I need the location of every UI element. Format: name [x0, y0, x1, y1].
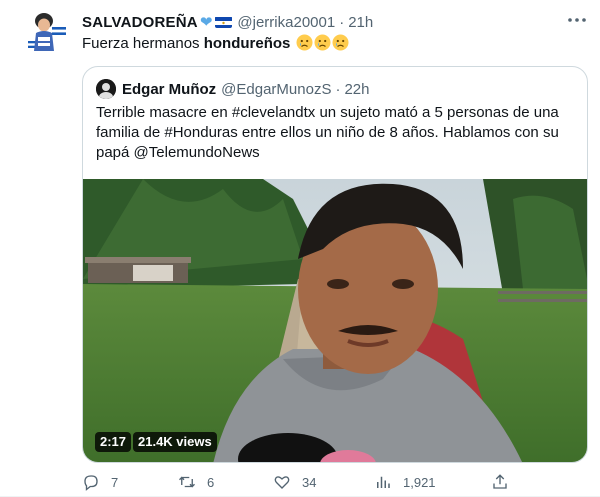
separator-dot: · [339, 13, 345, 31]
reply-action[interactable]: 7 [82, 472, 118, 492]
crying-face-icon [332, 34, 349, 51]
user-avatar[interactable] [22, 9, 70, 57]
views-count: 1,921 [403, 474, 436, 490]
tweet-actions: 7 6 34 1,921 [82, 472, 582, 492]
name-emoji: ❤ [200, 13, 233, 31]
analytics-icon [377, 476, 390, 488]
display-name[interactable]: SALVADOREÑA [82, 14, 198, 31]
like-icon [274, 476, 290, 489]
video-duration-badge: 2:17 [95, 432, 132, 452]
more-horizontal-icon[interactable] [564, 9, 590, 31]
quoted-user-handle[interactable]: @EdgarMunozS [221, 81, 331, 98]
quoted-display-name[interactable]: Edgar Muñoz [122, 81, 216, 98]
quoted-user-avatar[interactable] [96, 79, 116, 99]
quoted-tweet-time[interactable]: 22h [344, 81, 369, 98]
tweet-text-prefix: Fuerza hermanos [82, 35, 204, 52]
share-action[interactable] [491, 472, 509, 492]
like-count: 34 [302, 474, 317, 490]
quoted-tweet[interactable]: Edgar Muñoz @EdgarMunozS · 22h Terrible … [82, 66, 588, 463]
tweet[interactable]: SALVADOREÑA ❤ @jerrika20001 · 21h Fuerza… [0, 0, 600, 497]
quoted-tweet-header: Edgar Muñoz @EdgarMunozS · 22h [96, 79, 369, 99]
tweet-text-bold: hondureños [203, 35, 291, 52]
reply-icon [84, 475, 98, 491]
video-player[interactable]: 2:17 21.4K views [83, 179, 587, 462]
video-views-badge: 21.4K views [133, 432, 217, 452]
like-action[interactable]: 34 [273, 472, 316, 492]
share-icon [493, 474, 507, 489]
user-handle[interactable]: @jerrika20001 [237, 14, 335, 31]
retweet-icon [179, 476, 195, 488]
crying-face-icon [296, 34, 313, 51]
tweet-time[interactable]: 21h [348, 14, 373, 31]
tweet-text: Fuerza hermanos hondureños [82, 34, 349, 54]
analytics-action[interactable]: 1,921 [374, 472, 436, 492]
separator-dot: · [335, 80, 341, 98]
retweet-action[interactable]: 6 [178, 472, 214, 492]
crying-face-icon [314, 34, 331, 51]
reply-count: 7 [111, 474, 119, 490]
video-thumbnail [83, 179, 587, 462]
el-salvador-flag-icon [215, 16, 233, 28]
retweet-count: 6 [207, 474, 215, 490]
tweet-header: SALVADOREÑA ❤ @jerrika20001 · 21h [82, 12, 373, 32]
blue-heart-icon: ❤ [199, 14, 213, 31]
quoted-tweet-text: Terrible masacre en #clevelandtx un suje… [96, 104, 559, 161]
